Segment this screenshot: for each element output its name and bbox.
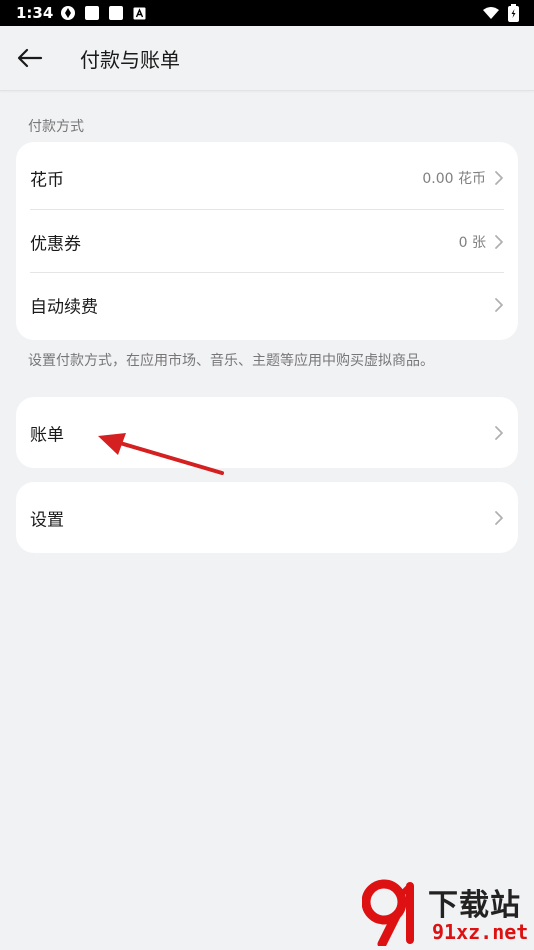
chevron-right-icon (495, 234, 503, 249)
arrow-left-icon (17, 48, 43, 68)
wifi-icon (483, 7, 499, 19)
chevron-right-icon (495, 510, 503, 525)
row-huabi[interactable]: 花币 0.00 花币 (16, 146, 518, 209)
row-settings-label: 设置 (30, 510, 64, 530)
chevron-right-icon (495, 170, 503, 185)
chevron-right-icon (495, 297, 503, 312)
watermark-title: 下载站 (428, 888, 521, 923)
watermark-domain: 91xz.net (432, 920, 529, 944)
row-auto-renewal[interactable]: 自动续费 (16, 273, 518, 336)
aperture-icon (61, 6, 75, 20)
row-coupon[interactable]: 优惠券 0 张 (16, 210, 518, 273)
back-button[interactable] (12, 40, 48, 76)
status-bar: 1:34 (0, 0, 534, 26)
battery-icon (508, 4, 519, 22)
row-auto-renewal-label: 自动续费 (30, 297, 98, 317)
payment-section-title: 付款方式 (28, 119, 84, 135)
app-square-icon-2 (109, 6, 123, 20)
row-settings[interactable]: 设置 (16, 486, 518, 549)
row-bills[interactable]: 账单 (16, 401, 518, 464)
row-huabi-label: 花币 (30, 170, 64, 190)
row-bills-label: 账单 (30, 425, 64, 445)
notification-a-icon (133, 7, 146, 20)
chevron-right-icon (495, 425, 503, 440)
watermark: 下载站 91xz.net (362, 876, 532, 948)
page-title: 付款与账单 (80, 48, 180, 72)
watermark-logo-icon (362, 879, 414, 946)
app-square-icon (85, 6, 99, 20)
row-huabi-value: 0.00 花币 (422, 170, 486, 187)
payment-hint: 设置付款方式，在应用市场、音乐、主题等应用中购买虚拟商品。 (28, 353, 434, 369)
row-coupon-label: 优惠券 (30, 234, 81, 254)
settings-card: 设置 (16, 482, 518, 553)
payment-methods-card: 花币 0.00 花币 优惠券 0 张 自动续费 (16, 142, 518, 340)
status-time: 1:34 (16, 4, 54, 22)
app-bar: 付款与账单 (0, 26, 534, 91)
bills-card: 账单 (16, 397, 518, 468)
row-coupon-value: 0 张 (458, 234, 486, 251)
